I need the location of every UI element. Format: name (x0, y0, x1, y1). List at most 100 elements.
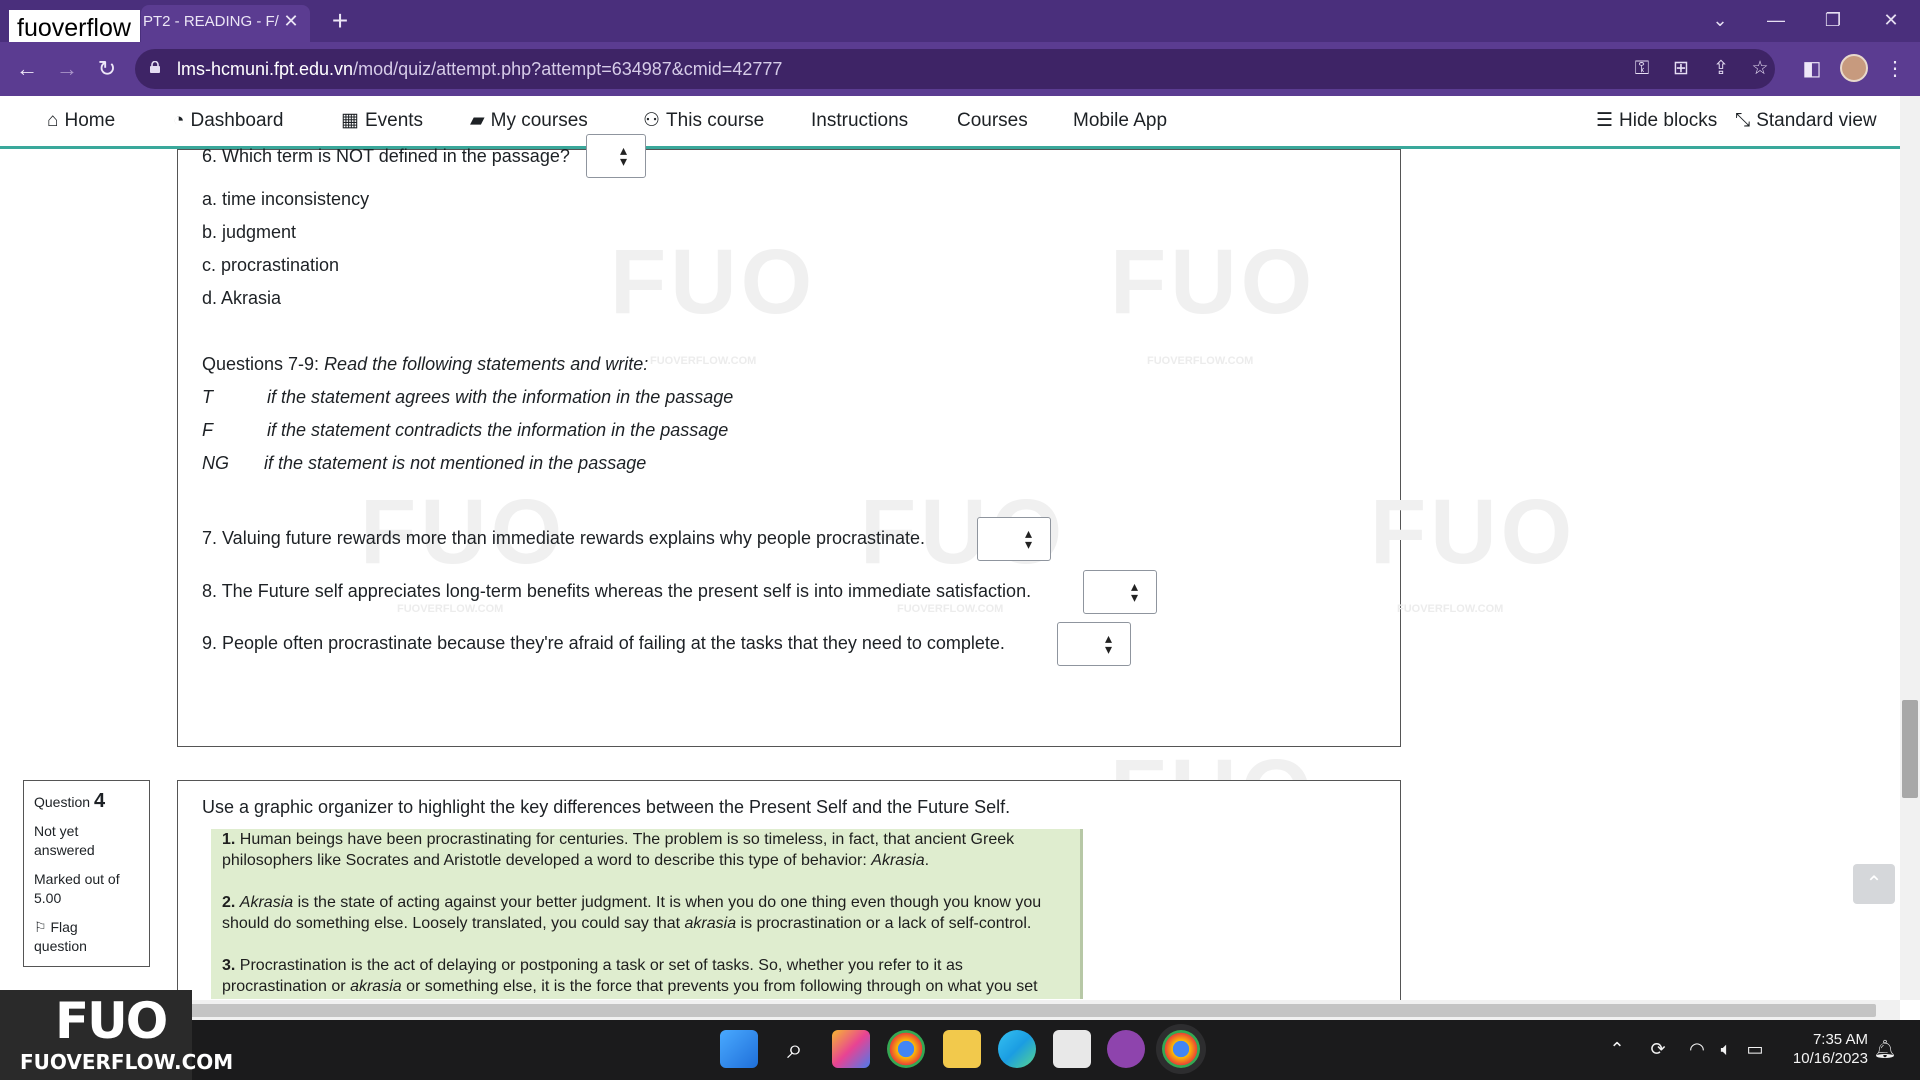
passage-excerpt: 1. Human beings have been procrastinatin… (211, 829, 1083, 999)
question-status: answered (34, 842, 95, 858)
notification-bell-icon[interactable]: 🔔︎ (1872, 1036, 1898, 1062)
file-explorer-icon[interactable] (943, 1030, 981, 1068)
legend-text-t: if the statement agrees with the informa… (267, 387, 734, 407)
start-windows-icon[interactable] (720, 1030, 758, 1068)
questions-7-9-instruction: Questions 7-9: Read the following statem… (202, 354, 649, 374)
standard-view-button[interactable]: ⤡ Standard view (1735, 96, 1877, 146)
wps-office-icon[interactable] (1107, 1030, 1145, 1068)
wifi-icon[interactable]: ◠ (1684, 1036, 1710, 1062)
side-panel-icon[interactable]: ◧ (1797, 54, 1827, 84)
flag-question-button[interactable]: ⚐ Flag (34, 918, 78, 937)
nav-events[interactable]: ▦ Events (341, 96, 423, 146)
sort-icon: ▴ ▾ (619, 142, 627, 169)
address-bar[interactable]: lms-hcmuni.fpt.edu.vn/mod/quiz/attempt.p… (135, 49, 1775, 89)
question-4-info: Question 4 Not yet answered Marked out o… (23, 780, 150, 967)
question-8-select[interactable]: ▴ ▾ (1083, 570, 1157, 614)
nav-courses[interactable]: Courses (957, 96, 1028, 146)
close-tab-icon[interactable]: ✕ (280, 8, 302, 34)
reload-icon[interactable]: ↻ (91, 54, 123, 84)
watermark-logo: FUO (1370, 481, 1577, 583)
chevron-up-icon: ⌃ (1865, 873, 1883, 895)
question-status: Not yet (34, 823, 79, 839)
forward-icon[interactable]: → (51, 54, 83, 84)
restore-icon[interactable]: ❐ (1813, 6, 1853, 34)
password-key-icon[interactable]: ⚿ (1628, 57, 1656, 81)
watermark-text: FUOVERFLOW.COM (1397, 603, 1504, 615)
back-to-top-button[interactable]: ⌃ (1853, 864, 1895, 904)
close-window-icon[interactable]: ✕ (1871, 6, 1911, 34)
bookmark-star-icon[interactable]: ☆ (1746, 57, 1774, 81)
tab-title: PT2 - READING - F/ (143, 13, 279, 30)
address-toolbar: ← → ↻ lms-hcmuni.fpt.edu.vn/mod/quiz/att… (0, 42, 1920, 96)
fuo-logo: FUO (55, 992, 168, 1050)
watermark-text: FUOVERFLOW.COM (897, 603, 1004, 615)
volume-icon[interactable]: 🔈︎ (1713, 1036, 1739, 1062)
question-number: Question 4 (34, 790, 106, 812)
copilot-preview-icon[interactable] (832, 1030, 870, 1068)
question-grade: 5.00 (34, 890, 62, 906)
calendar-icon: ▦ (341, 110, 359, 131)
passage-paragraph-3: procrastination or akrasia or something … (222, 978, 1038, 995)
browser-tab-strip: PT2 - READING - F/ ✕ + ⌄ — ❐ ✕ (0, 0, 1920, 42)
sort-icon: ▴ ▾ (1104, 630, 1112, 657)
question-grade: Marked out of (34, 871, 120, 887)
vertical-scrollbar[interactable] (1900, 96, 1920, 1000)
profile-avatar[interactable] (1840, 54, 1868, 82)
watermark-text: FUOVERFLOW.COM (397, 603, 504, 615)
home-icon: ⌂ (47, 110, 59, 131)
hide-blocks-button[interactable]: ☰ Hide blocks (1596, 96, 1717, 146)
nav-dashboard[interactable]: ◔ Dashboard (173, 96, 283, 146)
passage-paragraph-3: 3. Procrastination is the act of delayin… (222, 957, 963, 974)
legend-text-f: if the statement contradicts the informa… (267, 420, 729, 440)
option-b: b. judgment (202, 222, 297, 242)
legend-code-ng: NG (202, 453, 229, 473)
lock-icon (150, 61, 160, 73)
nav-home[interactable]: ⌂ Home (47, 96, 115, 146)
question-9-select[interactable]: ▴ ▾ (1057, 622, 1131, 666)
sync-icon[interactable]: ⟳ (1645, 1036, 1671, 1062)
sort-icon: ▴ ▾ (1024, 525, 1032, 552)
search-icon[interactable]: ⌕ (776, 1030, 814, 1068)
horizontal-scroll-thumb[interactable] (18, 1004, 1876, 1017)
question-7-select[interactable]: ▴ ▾ (977, 517, 1051, 561)
list-indent-icon: ☰ (1596, 110, 1614, 131)
battery-icon[interactable]: ▭ (1742, 1036, 1768, 1062)
translate-icon[interactable]: ⊞ (1667, 57, 1695, 81)
windows-taskbar: ⌕ (0, 1020, 1920, 1080)
dashboard-gauge-icon: ◔ (173, 110, 185, 131)
share-icon[interactable]: ⇪ (1707, 57, 1735, 81)
legend-code-f: F (202, 420, 213, 440)
vertical-scroll-thumb[interactable] (1902, 700, 1918, 798)
passage-paragraph-2: 2. Akrasia is the state of acting agains… (222, 894, 1042, 911)
question-8-text: 8. The Future self appreciates long-term… (202, 581, 1032, 601)
fuoverflow-site-text: FUOVERFLOW.COM (20, 1050, 234, 1074)
question-9-text: 9. People often procrastinate because th… (202, 633, 1005, 653)
new-tab-button[interactable]: + (325, 5, 355, 37)
question-7-text: 7. Valuing future rewards more than imme… (202, 528, 926, 548)
nav-my-courses[interactable]: ▰ My courses (470, 96, 588, 146)
microsoft-store-icon[interactable] (1053, 1030, 1091, 1068)
legend-code-t: T (202, 387, 213, 407)
minimize-icon[interactable]: — (1756, 6, 1796, 34)
tab-search-icon[interactable]: ⌄ (1700, 6, 1740, 34)
nav-this-course[interactable]: ⚇ This course (643, 96, 764, 146)
flag-question-label[interactable]: question (34, 937, 87, 956)
back-icon[interactable]: ← (11, 54, 43, 84)
edge-icon[interactable] (998, 1030, 1036, 1068)
question-6-select[interactable]: ▴ ▾ (586, 134, 646, 178)
browser-menu-icon[interactable]: ⋮ (1880, 54, 1910, 84)
passage-paragraph-1: 1. Human beings have been procrastinatin… (222, 831, 1015, 848)
sort-icon: ▴ ▾ (1130, 578, 1138, 605)
compress-icon: ⤡ (1735, 110, 1751, 131)
question-6-text: 6. Which term is NOT defined in the pass… (202, 146, 570, 166)
chrome-icon[interactable] (887, 1030, 925, 1068)
chevron-up-tray-icon[interactable]: ⌃ (1604, 1036, 1630, 1062)
url-text: lms-hcmuni.fpt.edu.vn/mod/quiz/attempt.p… (177, 59, 783, 79)
briefcase-icon: ▰ (470, 110, 485, 131)
passage-paragraph-2: should do something else. Loosely transl… (222, 915, 1032, 932)
taskbar-clock[interactable]: 7:35 AM 10/16/2023 (1768, 1030, 1868, 1068)
chrome-active-icon[interactable] (1162, 1030, 1200, 1068)
nav-instructions[interactable]: Instructions (811, 96, 908, 146)
nav-mobile-app[interactable]: Mobile App (1073, 96, 1167, 146)
legend-text-ng: if the statement is not mentioned in the… (264, 453, 647, 473)
